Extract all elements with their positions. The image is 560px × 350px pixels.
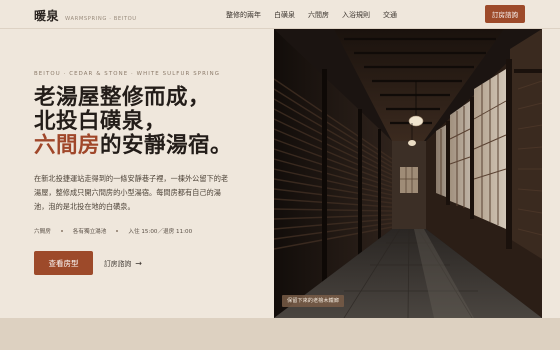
hero-meta: 六間房 各有獨立湯池 入住 15:00／退房 11:00 — [34, 227, 192, 235]
site-header: 暖泉 WARMSPRING · BEITOU 整修的兩年 白磺泉 六間房 入浴規… — [0, 0, 560, 29]
nav-item-sulfur-spring[interactable]: 白磺泉 — [274, 10, 295, 20]
booking-inquiry-button[interactable]: 訂房諮詢 — [485, 5, 525, 23]
hero-description: 在新北投捷運站走得到的一條安靜巷子裡，一棟外公留下的老湯屋，整修成只開六間房的小… — [34, 174, 229, 211]
brand-name: 暖泉 — [34, 9, 60, 23]
booking-inquiry-link[interactable]: 訂房諮詢 → — [104, 258, 142, 269]
booking-inquiry-link-label: 訂房諮詢 — [104, 260, 132, 268]
nav-item-rooms[interactable]: 六間房 — [308, 10, 329, 20]
headline-line-1: 老湯屋整修而成， — [34, 85, 211, 110]
brand-logo[interactable]: 暖泉 WARMSPRING · BEITOU — [34, 7, 137, 24]
headline-line-2: 北投白磺泉， — [34, 109, 167, 134]
photo-caption: 保留下來的老檜木鐵廊 — [282, 295, 344, 307]
nav-item-transport[interactable]: 交通 — [383, 10, 397, 20]
main-nav: 整修的兩年 白磺泉 六間房 入浴規則 交通 — [226, 10, 410, 20]
hero-eyebrow: BEITOU · CEDAR & STONE · WHITE SULFUR SP… — [34, 71, 221, 77]
meta-separator — [60, 230, 63, 232]
headline-line-3: 六間房的安靜湯宿。 — [34, 134, 232, 158]
brand-subtitle: WARMSPRING · BEITOU — [65, 16, 137, 22]
meta-private-bath: 各有獨立湯池 — [72, 229, 107, 235]
meta-separator — [116, 230, 119, 232]
nav-item-bath-rules[interactable]: 入浴規則 — [342, 10, 370, 20]
arrow-right-icon: → — [135, 258, 142, 268]
meta-checkin-checkout: 入住 15:00／退房 11:00 — [128, 229, 193, 235]
view-rooms-button[interactable]: 查看房型 — [34, 251, 93, 275]
hero-photo-corridor — [274, 29, 542, 318]
headline-accent: 六間房 — [34, 133, 101, 158]
nav-item-renovation[interactable]: 整修的兩年 — [226, 10, 261, 20]
headline-line-3-rest: 的安靜湯宿。 — [100, 133, 233, 158]
meta-rooms: 六間房 — [34, 229, 51, 235]
hero-headline: 老湯屋整修而成， 北投白磺泉， 六間房的安靜湯宿。 — [34, 86, 232, 158]
corridor-illustration — [274, 29, 542, 318]
next-section-band — [0, 318, 560, 350]
